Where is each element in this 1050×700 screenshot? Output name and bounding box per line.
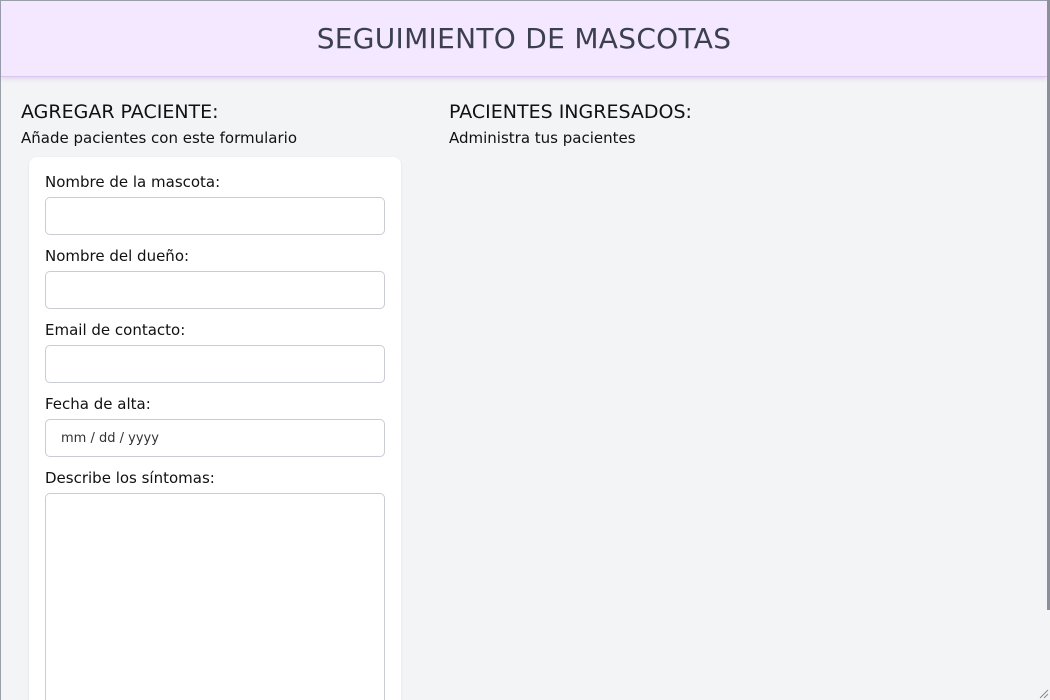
email-field[interactable] [45,345,385,383]
add-patient-title: AGREGAR PACIENTE: [21,101,219,123]
email-label: Email de contacto: [45,321,186,339]
owner-name-input[interactable] [45,271,385,309]
page-title: SEGUIMIENTO DE MASCOTAS [316,22,732,55]
discharge-date-input[interactable]: mm / dd / yyyy [45,419,385,457]
pet-name-label: Nombre de la mascota: [45,173,221,191]
patients-list-subtitle: Administra tus pacientes [449,129,636,147]
date-placeholder: mm / dd / yyyy [61,430,159,446]
pet-name-input[interactable] [45,197,385,235]
patients-list-title: PACIENTES INGRESADOS: [449,101,692,123]
discharge-date-label: Fecha de alta: [45,395,151,413]
symptoms-textarea[interactable] [45,493,385,700]
add-patient-subtitle: Añade pacientes con este formulario [21,129,298,147]
resize-grip-icon[interactable] [1037,687,1049,699]
owner-name-label: Nombre del dueño: [45,247,190,265]
symptoms-label: Describe los síntomas: [45,469,215,487]
page-header: SEGUIMIENTO DE MASCOTAS [1,1,1047,77]
add-patient-form: Nombre de la mascota: Nombre del dueño: … [29,157,401,700]
